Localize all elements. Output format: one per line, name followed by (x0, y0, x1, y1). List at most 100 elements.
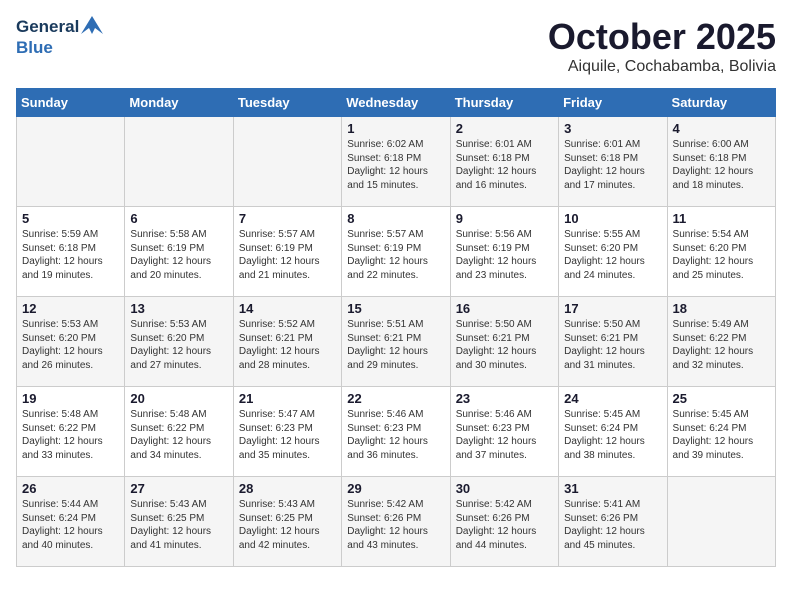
day-number: 12 (22, 301, 119, 316)
cell-info: Sunrise: 5:46 AMSunset: 6:23 PMDaylight:… (456, 408, 553, 462)
cell-info: Sunrise: 5:48 AMSunset: 6:22 PMDaylight:… (130, 408, 227, 462)
calendar-header-row: SundayMondayTuesdayWednesdayThursdayFrid… (17, 89, 776, 117)
logo: General Blue (16, 16, 103, 57)
calendar-cell: 11Sunrise: 5:54 AMSunset: 6:20 PMDayligh… (667, 207, 775, 297)
calendar-table: SundayMondayTuesdayWednesdayThursdayFrid… (16, 88, 776, 567)
cell-info: Sunrise: 5:56 AMSunset: 6:19 PMDaylight:… (456, 228, 553, 282)
cell-info: Sunrise: 5:46 AMSunset: 6:23 PMDaylight:… (347, 408, 444, 462)
cell-info: Sunrise: 6:02 AMSunset: 6:18 PMDaylight:… (347, 138, 444, 192)
calendar-cell (667, 477, 775, 567)
cell-info: Sunrise: 5:53 AMSunset: 6:20 PMDaylight:… (130, 318, 227, 372)
cell-info: Sunrise: 5:49 AMSunset: 6:22 PMDaylight:… (673, 318, 770, 372)
day-number: 3 (564, 121, 661, 136)
calendar-cell: 3 Sunrise: 6:01 AMSunset: 6:18 PMDaylight… (559, 117, 667, 207)
cell-info: Sunrise: 5:59 AMSunset: 6:18 PMDaylight:… (22, 228, 119, 282)
calendar-cell: 14 Sunrise: 5:52 AMSunset: 6:21 PMDayligh… (233, 297, 341, 387)
day-number: 9 (456, 211, 553, 226)
calendar-body: 1 Sunrise: 6:02 AMSunset: 6:18 PMDaylight… (17, 117, 776, 567)
cell-info: Sunrise: 5:57 AMSunset: 6:19 PMDaylight:… (347, 228, 444, 282)
calendar-cell: 31 Sunrise: 5:41 AMSunset: 6:26 PMDayligh… (559, 477, 667, 567)
calendar-cell: 8 Sunrise: 5:57 AMSunset: 6:19 PMDaylight… (342, 207, 450, 297)
day-number: 22 (347, 391, 444, 406)
cell-info: Sunrise: 5:43 AMSunset: 6:25 PMDaylight:… (130, 498, 227, 552)
day-number: 26 (22, 481, 119, 496)
day-number: 17 (564, 301, 661, 316)
calendar-cell: 12 Sunrise: 5:53 AMSunset: 6:20 PMDayligh… (17, 297, 125, 387)
cell-info: Sunrise: 5:50 AMSunset: 6:21 PMDaylight:… (564, 318, 661, 372)
cell-info: Sunrise: 5:43 AMSunset: 6:25 PMDaylight:… (239, 498, 336, 552)
cell-info: Sunrise: 5:50 AMSunset: 6:21 PMDaylight:… (456, 318, 553, 372)
calendar-cell: 9 Sunrise: 5:56 AMSunset: 6:19 PMDaylight… (450, 207, 558, 297)
calendar-week-row: 1 Sunrise: 6:02 AMSunset: 6:18 PMDaylight… (17, 117, 776, 207)
day-number: 20 (130, 391, 227, 406)
calendar-week-row: 19 Sunrise: 5:48 AMSunset: 6:22 PMDayligh… (17, 387, 776, 477)
cell-info: Sunrise: 5:52 AMSunset: 6:21 PMDaylight:… (239, 318, 336, 372)
calendar-week-row: 26 Sunrise: 5:44 AMSunset: 6:24 PMDayligh… (17, 477, 776, 567)
day-number: 14 (239, 301, 336, 316)
cell-info: Sunrise: 5:48 AMSunset: 6:22 PMDaylight:… (22, 408, 119, 462)
calendar-cell: 28 Sunrise: 5:43 AMSunset: 6:25 PMDayligh… (233, 477, 341, 567)
calendar-cell (125, 117, 233, 207)
cell-info: Sunrise: 5:47 AMSunset: 6:23 PMDaylight:… (239, 408, 336, 462)
cell-info: Sunrise: 5:44 AMSunset: 6:24 PMDaylight:… (22, 498, 119, 552)
calendar-cell: 2 Sunrise: 6:01 AMSunset: 6:18 PMDaylight… (450, 117, 558, 207)
day-number: 15 (347, 301, 444, 316)
calendar-cell: 26 Sunrise: 5:44 AMSunset: 6:24 PMDayligh… (17, 477, 125, 567)
calendar-cell: 27 Sunrise: 5:43 AMSunset: 6:25 PMDayligh… (125, 477, 233, 567)
day-number: 2 (456, 121, 553, 136)
day-number: 6 (130, 211, 227, 226)
calendar-cell: 20 Sunrise: 5:48 AMSunset: 6:22 PMDayligh… (125, 387, 233, 477)
calendar-cell: 10Sunrise: 5:55 AMSunset: 6:20 PMDayligh… (559, 207, 667, 297)
day-number: 28 (239, 481, 336, 496)
day-number: 27 (130, 481, 227, 496)
day-number: 18 (673, 301, 770, 316)
calendar-cell: 17 Sunrise: 5:50 AMSunset: 6:21 PMDayligh… (559, 297, 667, 387)
day-number: 19 (22, 391, 119, 406)
day-number: 8 (347, 211, 444, 226)
calendar-cell: 25 Sunrise: 5:45 AMSunset: 6:24 PMDayligh… (667, 387, 775, 477)
cell-info: Sunrise: 5:42 AMSunset: 6:26 PMDaylight:… (347, 498, 444, 552)
cell-info: Sunrise: 6:01 AMSunset: 6:18 PMDaylight:… (456, 138, 553, 192)
weekday-header: Tuesday (233, 89, 341, 117)
calendar-cell: 6 Sunrise: 5:58 AMSunset: 6:19 PMDaylight… (125, 207, 233, 297)
day-number: 31 (564, 481, 661, 496)
calendar-cell: 19 Sunrise: 5:48 AMSunset: 6:22 PMDayligh… (17, 387, 125, 477)
day-number: 24 (564, 391, 661, 406)
cell-info: Sunrise: 5:41 AMSunset: 6:26 PMDaylight:… (564, 498, 661, 552)
day-number: 16 (456, 301, 553, 316)
cell-info: Sunrise: 5:55 AMSunset: 6:20 PMDaylight:… (564, 228, 661, 282)
weekday-header: Friday (559, 89, 667, 117)
calendar-cell: 16 Sunrise: 5:50 AMSunset: 6:21 PMDayligh… (450, 297, 558, 387)
calendar-cell: 22 Sunrise: 5:46 AMSunset: 6:23 PMDayligh… (342, 387, 450, 477)
day-number: 1 (347, 121, 444, 136)
cell-info: Sunrise: 5:45 AMSunset: 6:24 PMDaylight:… (564, 408, 661, 462)
calendar-cell (17, 117, 125, 207)
cell-info: Sunrise: 5:53 AMSunset: 6:20 PMDaylight:… (22, 318, 119, 372)
calendar-week-row: 5 Sunrise: 5:59 AMSunset: 6:18 PMDaylight… (17, 207, 776, 297)
cell-info: Sunrise: 5:57 AMSunset: 6:19 PMDaylight:… (239, 228, 336, 282)
calendar-cell: 7Sunrise: 5:57 AMSunset: 6:19 PMDaylight… (233, 207, 341, 297)
location-subtitle: Aiquile, Cochabamba, Bolivia (548, 58, 776, 76)
day-number: 11 (673, 211, 770, 226)
calendar-cell: 23Sunrise: 5:46 AMSunset: 6:23 PMDayligh… (450, 387, 558, 477)
calendar-cell: 30Sunrise: 5:42 AMSunset: 6:26 PMDayligh… (450, 477, 558, 567)
day-number: 21 (239, 391, 336, 406)
month-title: October 2025 (548, 16, 776, 58)
calendar-cell: 13 Sunrise: 5:53 AMSunset: 6:20 PMDayligh… (125, 297, 233, 387)
day-number: 25 (673, 391, 770, 406)
calendar-cell: 24 Sunrise: 5:45 AMSunset: 6:24 PMDayligh… (559, 387, 667, 477)
weekday-header: Thursday (450, 89, 558, 117)
calendar-cell: 29 Sunrise: 5:42 AMSunset: 6:26 PMDayligh… (342, 477, 450, 567)
calendar-cell: 1 Sunrise: 6:02 AMSunset: 6:18 PMDaylight… (342, 117, 450, 207)
calendar-cell: 15Sunrise: 5:51 AMSunset: 6:21 PMDayligh… (342, 297, 450, 387)
weekday-header: Saturday (667, 89, 775, 117)
day-number: 29 (347, 481, 444, 496)
cell-info: Sunrise: 5:45 AMSunset: 6:24 PMDaylight:… (673, 408, 770, 462)
logo-bird-icon (81, 16, 103, 34)
cell-info: Sunrise: 5:42 AMSunset: 6:26 PMDaylight:… (456, 498, 553, 552)
day-number: 5 (22, 211, 119, 226)
page-header: General Blue October 2025 Aiquile, Cocha… (16, 16, 776, 76)
cell-info: Sunrise: 6:01 AMSunset: 6:18 PMDaylight:… (564, 138, 661, 192)
day-number: 13 (130, 301, 227, 316)
cell-info: Sunrise: 5:58 AMSunset: 6:19 PMDaylight:… (130, 228, 227, 282)
